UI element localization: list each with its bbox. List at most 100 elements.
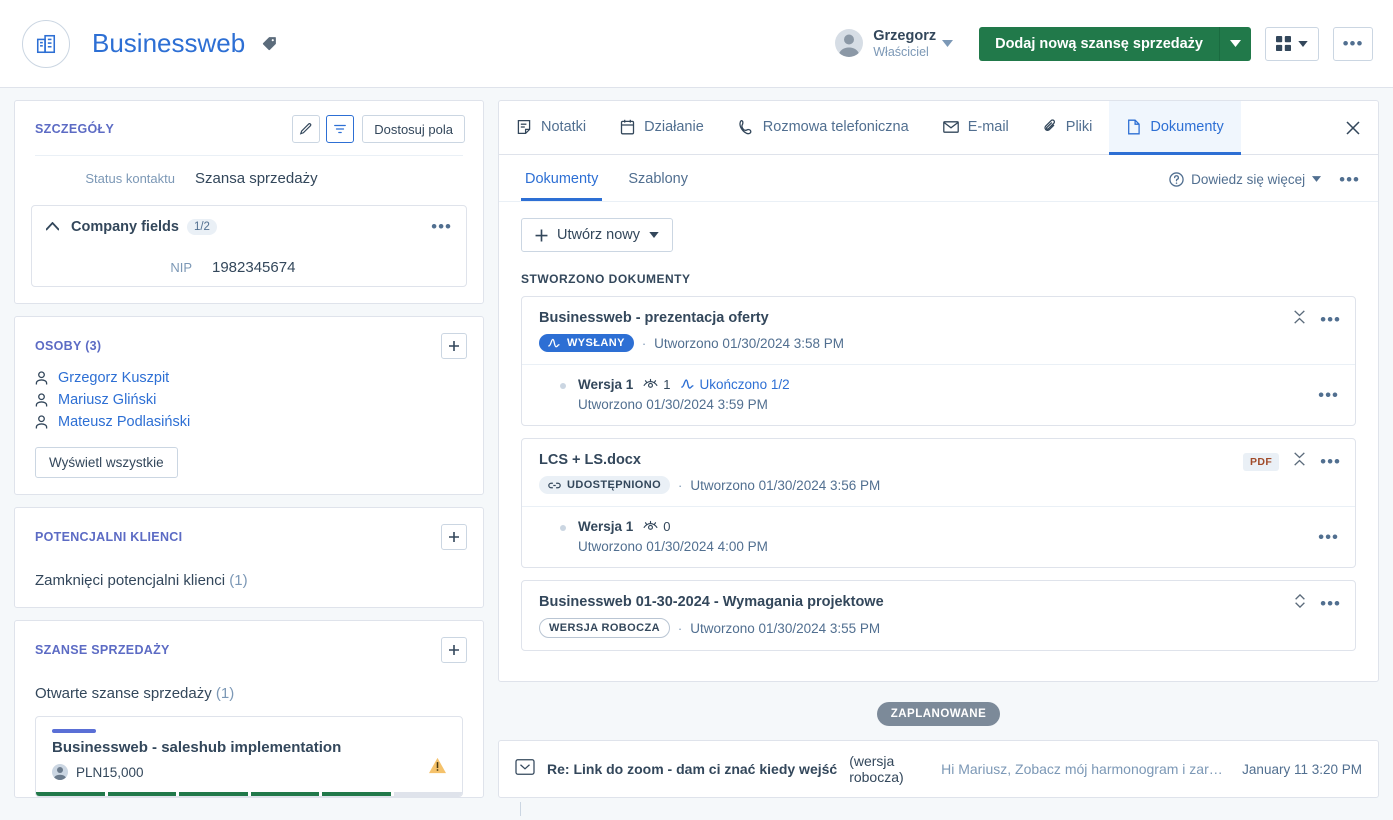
create-new-button[interactable]: Utwórz nowy xyxy=(521,218,673,252)
add-lead-button[interactable] xyxy=(441,524,467,550)
document-card: Businessweb 01-30-2024 - Wymagania proje… xyxy=(521,580,1356,651)
version-line: Wersja 1 1 Ukończono 1/2 xyxy=(552,377,1339,392)
created-documents-label: STWORZONO DOKUMENTY xyxy=(521,272,691,286)
document-title[interactable]: Businessweb 01-30-2024 - Wymagania proje… xyxy=(539,594,1339,610)
nip-label: NIP xyxy=(170,260,192,275)
deal-stage-progress xyxy=(36,792,462,796)
add-deal-button-group: Dodaj nową szansę sprzedaży xyxy=(979,26,1251,61)
document-created: Utworzono 01/30/2024 3:55 PM xyxy=(690,620,881,636)
collapse-icon[interactable] xyxy=(1293,310,1306,329)
tab-rozmowa-telefoniczna[interactable]: Rozmowa telefoniczna xyxy=(721,101,926,155)
company-fields-count: 1/2 xyxy=(186,218,217,235)
person-link[interactable]: Mateusz Podlasiński xyxy=(58,414,190,430)
filter-icon xyxy=(334,124,347,134)
owner-dropdown-button[interactable] xyxy=(936,36,959,51)
document-subrow: WYSŁANY · Utworzono 01/30/2024 3:58 PM xyxy=(539,334,1339,352)
plus-icon xyxy=(449,645,459,655)
tab-email[interactable]: E-mail xyxy=(926,101,1026,155)
document-title[interactable]: Businessweb - prezentacja oferty xyxy=(539,310,1339,326)
tab-pliki[interactable]: Pliki xyxy=(1026,101,1110,155)
list-item[interactable]: Grzegorz Kuszpit xyxy=(15,367,483,389)
contact-status-value[interactable]: Szansa sprzedaży xyxy=(195,170,318,187)
company-fields-more-button[interactable]: ••• xyxy=(431,218,452,235)
document-title[interactable]: LCS + LS.docx xyxy=(539,452,1339,468)
add-deal-button[interactable]: Dodaj nową szansę sprzedaży xyxy=(979,26,1219,61)
nip-value[interactable]: 1982345674 xyxy=(212,259,295,276)
company-fields-group: Company fields 1/2 ••• NIP 1982345674 xyxy=(31,205,467,287)
deal-card[interactable]: Businessweb - saleshub implementation PL… xyxy=(35,716,463,797)
deal-title[interactable]: Businessweb - saleshub implementation xyxy=(36,739,462,756)
view-all-people-button[interactable]: Wyświetl wszystkie xyxy=(35,447,178,478)
eye-icon xyxy=(643,378,658,388)
closed-leads-row[interactable]: Zamknięci potencjalni klienci (1) xyxy=(15,558,483,607)
tab-label: Notatki xyxy=(541,118,587,135)
documents-more-button[interactable]: ••• xyxy=(1339,171,1360,198)
document-icon xyxy=(1128,119,1141,134)
filter-details-button[interactable] xyxy=(326,115,355,143)
separator-dot: · xyxy=(678,477,683,493)
chevron-up-icon[interactable] xyxy=(46,222,59,231)
person-link[interactable]: Mariusz Gliński xyxy=(58,392,156,408)
pencil-icon xyxy=(300,123,312,135)
list-item[interactable]: Mateusz Podlasiński xyxy=(15,411,483,433)
close-icon xyxy=(1346,120,1360,135)
version-created: Utworzono 01/30/2024 4:00 PM xyxy=(578,539,768,554)
status-badge: WYSŁANY xyxy=(539,334,634,352)
learn-more-button[interactable]: Dowiedz się więcej xyxy=(1169,171,1322,197)
stage-segment xyxy=(322,792,391,796)
company-avatar xyxy=(22,19,70,68)
expand-icon[interactable] xyxy=(1294,593,1306,613)
customize-fields-button[interactable]: Dostosuj pola xyxy=(362,115,465,143)
chevron-down-icon xyxy=(1298,40,1308,47)
timeline-rail xyxy=(520,802,521,816)
learn-more-label: Dowiedz się więcej xyxy=(1191,171,1306,187)
version-signed[interactable]: Ukończono 1/2 xyxy=(680,377,790,392)
grid-view-button[interactable] xyxy=(1265,26,1319,61)
tab-dzialanie[interactable]: Działanie xyxy=(603,101,721,155)
document-more-button[interactable]: ••• xyxy=(1320,311,1341,328)
document-more-button[interactable]: ••• xyxy=(1320,595,1341,612)
close-panel-button[interactable] xyxy=(1328,101,1378,154)
office-building-icon xyxy=(36,34,56,53)
add-deal-dropdown-button[interactable] xyxy=(1219,26,1251,61)
right-panel: Notatki Działanie Rozmowa telefoniczna E… xyxy=(498,100,1379,820)
email-date: January 11 3:20 PM xyxy=(1242,761,1362,777)
tab-dokumenty[interactable]: Dokumenty xyxy=(1109,101,1241,155)
tab-label: Pliki xyxy=(1065,118,1093,135)
person-avatar-icon xyxy=(52,764,68,780)
add-person-button[interactable] xyxy=(441,333,467,359)
top-header-bar: Businessweb Grzegorz Właściciel Dodaj no… xyxy=(0,0,1393,88)
document-created: Utworzono 01/30/2024 3:56 PM xyxy=(690,477,881,493)
version-more-button[interactable]: ••• xyxy=(1318,529,1339,546)
edit-details-button[interactable] xyxy=(292,115,321,143)
document-header: LCS + LS.docx UDOSTĘPNIONO · Utworzono 0… xyxy=(522,439,1355,506)
tag-icon[interactable] xyxy=(261,35,278,52)
open-deals-row: Otwarte szanse sprzedaży (1) xyxy=(15,671,483,708)
email-collapsed-icon[interactable] xyxy=(515,758,535,781)
closed-leads-label: Zamknięci potencjalni klienci xyxy=(35,572,226,589)
more-actions-button[interactable]: ••• xyxy=(1333,26,1373,61)
version-more-button[interactable]: ••• xyxy=(1318,387,1339,404)
warning-triangle-icon[interactable] xyxy=(429,757,446,779)
timeline-email-row[interactable]: Re: Link do zoom - dam ci znać kiedy wej… xyxy=(498,740,1379,798)
document-more-button[interactable]: ••• xyxy=(1320,453,1341,470)
add-deal-sidebar-button[interactable] xyxy=(441,637,467,663)
page-title[interactable]: Businessweb xyxy=(92,28,245,59)
version-line: Wersja 1 0 xyxy=(552,519,1339,534)
subtab-dokumenty[interactable]: Dokumenty xyxy=(521,167,603,201)
person-link[interactable]: Grzegorz Kuszpit xyxy=(58,370,169,386)
chevron-down-icon xyxy=(1230,40,1241,47)
chevron-down-icon xyxy=(1312,176,1322,182)
tab-label: Rozmowa telefoniczna xyxy=(762,118,909,135)
document-subrow: WERSJA ROBOCZA · Utworzono 01/30/2024 3:… xyxy=(539,618,1339,638)
leads-card: POTENCJALNI KLIENCI Zamknięci potencjaln… xyxy=(14,507,484,608)
list-item[interactable]: Mariusz Gliński xyxy=(15,389,483,411)
document-card: Businessweb - prezentacja oferty WYSŁANY… xyxy=(521,296,1356,426)
note-icon xyxy=(517,119,531,134)
company-fields-header[interactable]: Company fields 1/2 ••• xyxy=(32,206,466,245)
calendar-icon xyxy=(621,119,635,134)
tab-notatki[interactable]: Notatki xyxy=(499,101,603,155)
record-owner[interactable]: Grzegorz Właściciel xyxy=(835,28,936,59)
collapse-icon[interactable] xyxy=(1293,452,1306,471)
subtab-szablony[interactable]: Szablony xyxy=(624,167,692,201)
